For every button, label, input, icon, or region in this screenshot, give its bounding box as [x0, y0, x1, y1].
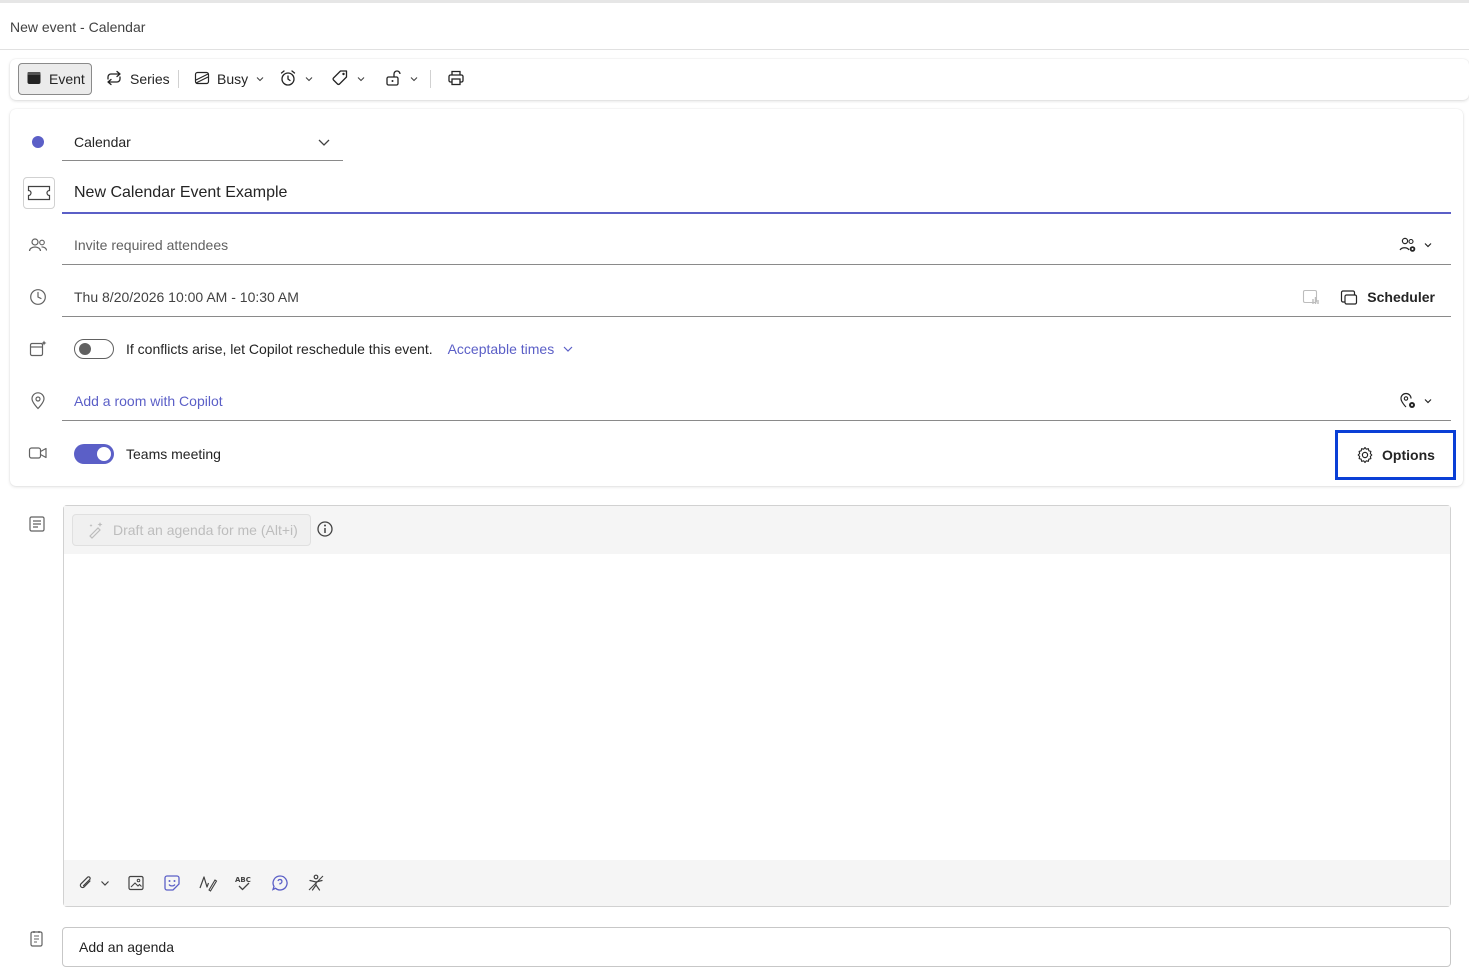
accessibility-icon: [308, 874, 324, 891]
tag-icon: [331, 69, 349, 90]
agenda-placeholder: Add an agenda: [79, 939, 174, 955]
teams-meeting-label: Teams meeting: [126, 446, 221, 462]
draft-agenda-label: Draft an agenda for me (Alt+i): [113, 522, 298, 538]
calendar-sparkle-icon: [28, 339, 48, 359]
clock-icon: [28, 287, 48, 307]
attendees-placeholder: Invite required attendees: [74, 236, 229, 253]
copilot-reschedule-toggle[interactable]: [74, 339, 114, 359]
gear-icon: [1357, 446, 1373, 464]
toolbar: Event Series Busy: [10, 59, 1469, 100]
toolbar-divider: [430, 70, 431, 88]
scheduler-button[interactable]: Scheduler: [1340, 288, 1435, 306]
title-icon: [23, 177, 55, 209]
chevron-down-icon: [563, 346, 573, 352]
chevron-down-icon: [318, 139, 330, 146]
series-button[interactable]: Series: [98, 63, 177, 95]
toolbar-divider: [178, 70, 179, 88]
availability-chart-icon[interactable]: [1302, 288, 1320, 306]
title-bar: New event - Calendar: [0, 3, 1469, 50]
sticker-icon: [164, 875, 180, 891]
location-input[interactable]: Add a room with Copilot: [62, 381, 1451, 421]
teams-meeting-row: Teams meeting: [62, 443, 221, 465]
location-icon: [28, 391, 48, 411]
attach-file-dropdown[interactable]: [78, 874, 110, 892]
window-title: New event - Calendar: [10, 19, 146, 35]
chevron-down-icon: [101, 881, 109, 886]
teams-meeting-toggle[interactable]: [74, 444, 114, 464]
calendar-color-dot: [28, 132, 48, 152]
video-camera-icon: [28, 443, 48, 463]
chevron-down-icon: [1424, 242, 1432, 247]
repeat-icon: [105, 70, 123, 89]
spell-check-icon: ABC: [235, 876, 251, 891]
insert-picture-button[interactable]: [126, 873, 146, 893]
paperclip-icon: [79, 876, 91, 889]
chat-bubble-icon: [271, 875, 288, 891]
info-icon[interactable]: [316, 520, 334, 538]
location-options-dropdown[interactable]: [1399, 392, 1433, 410]
print-icon: [447, 69, 465, 90]
image-icon: [128, 875, 144, 891]
chevron-down-icon: [357, 77, 365, 82]
editor-header: Draft an agenda for me (Alt+i): [64, 506, 1450, 554]
location-placeholder: Add a room with Copilot: [74, 392, 223, 409]
people-settings-icon: [1399, 237, 1416, 252]
emoji-sticker-button[interactable]: [162, 873, 182, 893]
copilot-reschedule-row: If conflicts arise, let Copilot reschedu…: [62, 337, 574, 361]
calendar-select-value: Calendar: [74, 133, 131, 150]
location-settings-icon: [1400, 392, 1415, 408]
options-label: Options: [1382, 447, 1435, 463]
copilot-reschedule-label: If conflicts arise, let Copilot reschedu…: [126, 341, 433, 357]
datetime-field[interactable]: Thu 8/20/2026 10:00 AM - 10:30 AM Schedu…: [62, 277, 1451, 317]
agenda-input[interactable]: Add an agenda: [62, 927, 1451, 967]
show-as-busy-dropdown[interactable]: Busy: [187, 63, 272, 95]
busy-status-icon: [194, 70, 210, 89]
event-body-editor[interactable]: Draft an agenda for me (Alt+i) ABC: [63, 505, 1451, 907]
event-title-value: New Calendar Event Example: [74, 183, 288, 201]
event-button-label: Event: [49, 71, 85, 87]
editor-footer-toolbar: ABC: [64, 860, 1450, 906]
unlock-icon: [384, 69, 402, 90]
chevron-down-icon: [256, 77, 264, 82]
meeting-options-button[interactable]: Options: [1335, 430, 1456, 480]
attendee-options-dropdown[interactable]: [1399, 236, 1433, 254]
busy-label: Busy: [217, 71, 249, 87]
acceptable-times-label: Acceptable times: [447, 341, 555, 357]
draft-agenda-button[interactable]: Draft an agenda for me (Alt+i): [72, 514, 311, 546]
text-description-icon: [28, 515, 46, 536]
people-icon: [28, 235, 48, 255]
scheduler-label: Scheduler: [1367, 288, 1435, 305]
event-title-input[interactable]: New Calendar Event Example: [62, 173, 1451, 214]
event-button[interactable]: Event: [18, 63, 92, 95]
acceptable-times-dropdown[interactable]: Acceptable times: [448, 341, 575, 357]
sensitivity-dropdown[interactable]: [377, 63, 426, 95]
reminder-dropdown[interactable]: [272, 63, 321, 95]
series-button-label: Series: [130, 71, 170, 87]
categorize-dropdown[interactable]: [324, 63, 373, 95]
spelling-check-button[interactable]: ABC: [234, 873, 254, 893]
attendees-input[interactable]: Invite required attendees: [62, 225, 1451, 265]
chevron-down-icon: [305, 77, 313, 82]
accessibility-button[interactable]: [306, 873, 326, 893]
alarm-icon: [279, 69, 297, 90]
copilot-pen-sparkle-icon: [89, 522, 103, 539]
print-button[interactable]: [440, 63, 472, 95]
scheduler-icon: [1341, 289, 1358, 305]
datetime-value: Thu 8/20/2026 10:00 AM - 10:30 AM: [74, 288, 299, 305]
chevron-down-icon: [410, 77, 418, 82]
agenda-list-icon: [29, 930, 45, 951]
calendar-select[interactable]: Calendar: [62, 123, 343, 161]
signature-icon: [199, 876, 218, 892]
copilot-chat-button[interactable]: [270, 873, 290, 893]
event-details-panel: Calendar New Calendar Event Example Invi…: [10, 109, 1463, 486]
draw-signature-button[interactable]: [198, 873, 218, 893]
calendar-icon: [26, 70, 42, 89]
chevron-down-icon: [1424, 398, 1432, 403]
